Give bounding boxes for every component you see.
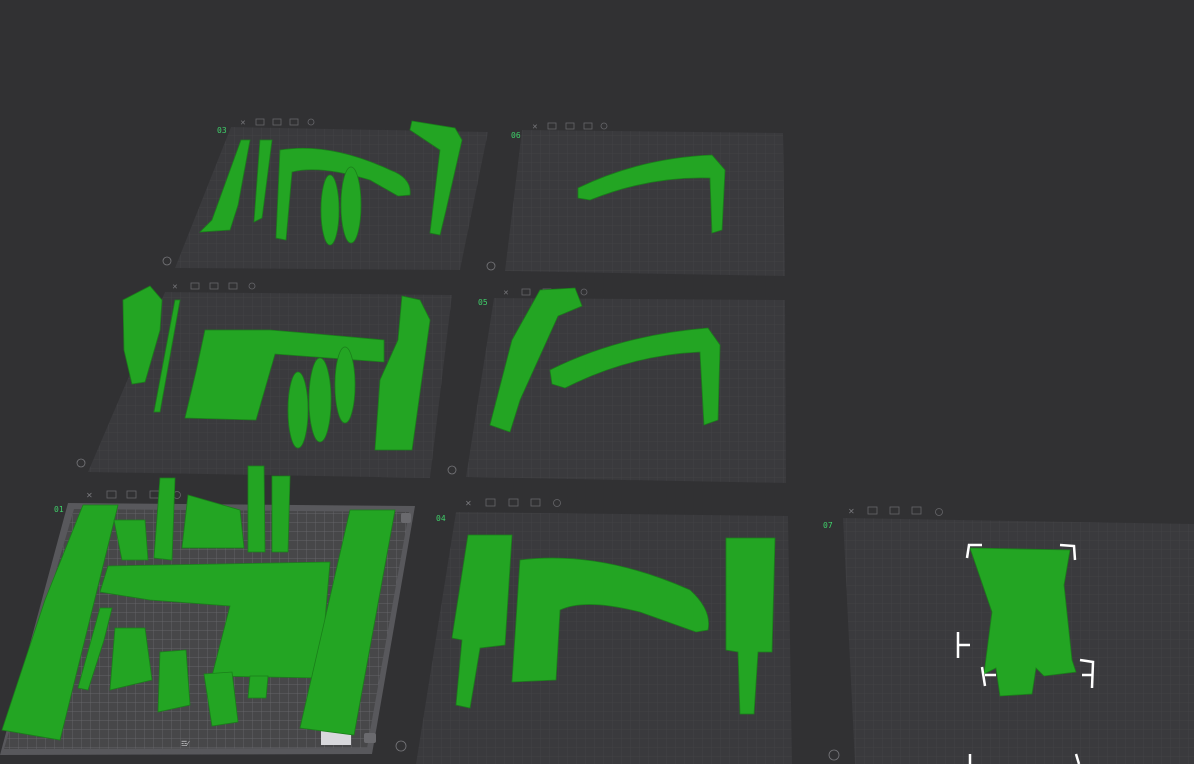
lock-icon[interactable]: [228, 282, 238, 290]
plate-number-label: 04: [436, 514, 446, 523]
plate-toolbar: ✕: [532, 122, 608, 131]
lock-icon[interactable]: [583, 122, 593, 130]
plate-number-label: 03: [217, 126, 227, 135]
lock-icon[interactable]: [149, 490, 160, 499]
edit-plate-icon[interactable]: [162, 256, 172, 266]
close-icon[interactable]: ✕: [848, 507, 855, 516]
settings-icon[interactable]: [580, 288, 588, 296]
settings-icon[interactable]: [248, 282, 256, 290]
arrange-icon[interactable]: [867, 506, 878, 515]
plate-05[interactable]: 05 ✕: [447, 288, 786, 483]
close-icon[interactable]: ✕: [240, 119, 246, 127]
settings-icon[interactable]: [307, 118, 315, 126]
orient-icon[interactable]: [126, 490, 137, 499]
plate-toolbar: ✕: [848, 506, 943, 516]
edit-plate-icon[interactable]: [447, 465, 457, 475]
orient-icon[interactable]: [889, 506, 900, 515]
orient-icon[interactable]: [565, 122, 575, 130]
settings-icon[interactable]: [553, 499, 561, 507]
close-icon[interactable]: ✕: [503, 289, 509, 297]
edit-plate-icon[interactable]: [828, 749, 840, 761]
lock-icon[interactable]: [289, 118, 299, 126]
arrange-icon[interactable]: [255, 118, 265, 126]
plate-06[interactable]: 06 ✕: [486, 122, 785, 276]
plate-scene[interactable]: 03 ✕ 06 ✕ ✕ 05 ✕ 01 ✕ ☲⁄ 04 ✕ 07 ✕: [0, 0, 1194, 764]
arrange-icon[interactable]: [106, 490, 117, 499]
settings-icon[interactable]: [935, 508, 943, 516]
expand-icon[interactable]: [401, 513, 411, 523]
arrange-icon[interactable]: [190, 282, 200, 290]
edit-plate-icon[interactable]: [76, 458, 86, 468]
plate-number-label: 05: [478, 298, 488, 307]
arrange-icon[interactable]: [547, 122, 557, 130]
plate-toolbar: ✕: [465, 498, 561, 508]
close-icon[interactable]: ✕: [172, 283, 178, 291]
slice-icon[interactable]: [364, 733, 376, 743]
close-icon[interactable]: ✕: [532, 123, 538, 131]
close-icon[interactable]: ✕: [465, 499, 472, 508]
lock-icon[interactable]: [911, 506, 922, 515]
orient-icon[interactable]: [508, 498, 519, 507]
edit-plate-icon[interactable]: [395, 740, 407, 752]
settings-icon[interactable]: [600, 122, 608, 130]
lock-icon[interactable]: [530, 498, 541, 507]
arrange-icon[interactable]: [485, 498, 496, 507]
plate-number-label: 07: [823, 521, 833, 530]
close-icon[interactable]: ✕: [86, 491, 93, 500]
plate-toolbar: ✕: [172, 282, 256, 291]
plate-toolbar: ✕: [240, 118, 315, 127]
orient-icon[interactable]: [272, 118, 282, 126]
plate-number-label: 06: [511, 131, 521, 140]
orient-icon[interactable]: [209, 282, 219, 290]
plate-number-label: 01: [54, 505, 64, 514]
edit-plate-icon[interactable]: [486, 261, 496, 271]
arrange-icon[interactable]: [521, 288, 531, 296]
